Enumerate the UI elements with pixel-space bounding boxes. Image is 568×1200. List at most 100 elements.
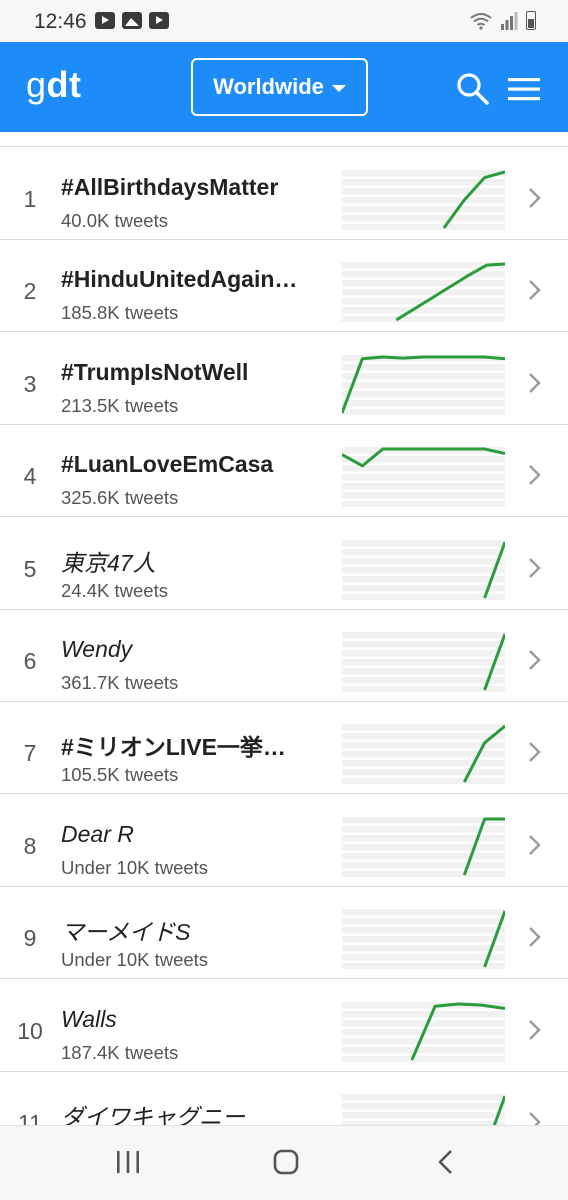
sparkline-gridband — [342, 197, 505, 204]
trend-rank: 9 — [23, 925, 37, 952]
sparkline-gridband — [342, 280, 505, 287]
sparkline-gridband — [342, 492, 505, 499]
sparkline-gridband — [342, 539, 505, 547]
chevron-right-icon[interactable] — [526, 463, 544, 487]
trend-list: 1 #AllBirthdaysMatter 40.0K tweets 2 #HinduU… — [0, 133, 568, 1125]
trend-rank: 1 — [23, 186, 37, 212]
search-icon[interactable] — [456, 72, 490, 106]
trend-row[interactable]: 6 Wendy 361.7K tweets — [0, 610, 568, 702]
trend-row[interactable]: 9 マーメイドS Under 10K tweets — [0, 887, 568, 980]
chevron-right-icon[interactable] — [526, 925, 544, 949]
sparkline-gridband — [342, 1019, 505, 1027]
trend-name: #LuanLoveEmCasa — [61, 451, 274, 478]
chevron-right-icon[interactable] — [526, 186, 544, 210]
trend-sparkline — [342, 724, 505, 785]
trend-rank: 7 — [23, 740, 37, 767]
sparkline-gridband — [342, 1112, 505, 1119]
sparkline-gridband — [342, 870, 505, 877]
sparkline-gridband — [342, 834, 505, 842]
trend-row[interactable]: 8 Dear R Under 10K tweets — [0, 795, 568, 887]
back-icon[interactable] — [436, 1149, 456, 1175]
sparkline-gridband — [342, 778, 505, 785]
recent-apps-icon[interactable] — [116, 1150, 140, 1174]
sparkline-gridband — [342, 724, 505, 731]
sparkline-gridband — [342, 918, 505, 925]
chevron-right-icon[interactable] — [526, 1018, 544, 1042]
home-icon[interactable] — [273, 1149, 299, 1175]
sparkline-gridband — [342, 215, 505, 222]
chevron-right-icon[interactable] — [526, 556, 544, 580]
sparkline-gridband — [342, 1046, 505, 1054]
chevron-right-icon[interactable] — [526, 648, 544, 672]
trend-row[interactable]: 11 ダイワキャグニー — [0, 1072, 568, 1125]
trend-row[interactable]: 3 #TrumpIsNotWell 213.5K tweets — [0, 333, 568, 425]
system-icons — [470, 11, 536, 30]
sparkline-gridband — [342, 584, 505, 592]
chevron-right-icon[interactable] — [526, 740, 544, 764]
battery-icon — [526, 11, 536, 30]
chevron-right-icon[interactable] — [526, 371, 544, 395]
sparkline-gridband — [342, 1037, 505, 1045]
trend-name: #ミリオンLIVE一挙… — [61, 734, 286, 761]
sparkline-gridband — [342, 843, 505, 851]
sparkline-gridband — [342, 760, 505, 767]
tweet-count: 185.8K tweets — [61, 302, 179, 324]
trend-sparkline — [342, 1001, 505, 1062]
trend-row[interactable]: 1 #AllBirthdaysMatter 40.0K tweets — [0, 148, 568, 240]
trend-row[interactable]: 7 #ミリオンLIVE一挙… 105.5K tweets — [0, 702, 568, 795]
trend-sparkline — [342, 170, 505, 230]
trend-name: ダイワキャグニー — [61, 1104, 245, 1125]
trend-rank: 10 — [17, 1017, 43, 1044]
trend-sparkline — [342, 632, 505, 692]
app-logo[interactable]: gdt — [26, 64, 82, 106]
trend-rank: 5 — [23, 555, 37, 582]
gallery-notification-icon — [122, 12, 142, 29]
sparkline-gridband — [342, 224, 505, 230]
trend-row[interactable]: 5 東京47人 24.4K tweets — [0, 518, 568, 610]
sparkline-gridband — [342, 289, 505, 296]
sparkline-gridband — [342, 1010, 505, 1018]
sparkline-gridband — [342, 474, 505, 481]
region-dropdown[interactable]: Worldwide — [191, 58, 368, 116]
tweet-count: Under 10K tweets — [61, 949, 209, 971]
sparkline-gridband — [342, 548, 505, 556]
tweet-count: Under 10K tweets — [61, 856, 209, 878]
sparkline-gridband — [342, 641, 505, 648]
trend-sparkline — [342, 262, 505, 323]
youtube-notification-icon — [149, 12, 169, 29]
notification-icons — [95, 12, 169, 29]
sparkline-gridband — [342, 381, 505, 389]
trend-row[interactable]: 2 #HinduUnitedAgain… 185.8K tweets — [0, 240, 568, 333]
wifi-icon — [470, 13, 492, 30]
sparkline-gridband — [342, 316, 505, 323]
hamburger-menu-icon[interactable] — [508, 76, 540, 102]
sparkline-gridband — [342, 465, 505, 472]
region-label: Worldwide — [213, 74, 324, 99]
trend-name: マーメイドS — [61, 919, 191, 946]
tweet-count: 40.0K tweets — [61, 210, 168, 231]
sparkline-gridband — [342, 170, 505, 177]
chevron-right-icon[interactable] — [526, 1110, 544, 1125]
trend-rank: 8 — [23, 832, 37, 859]
sparkline-gridband — [342, 593, 505, 600]
sparkline-gridband — [342, 816, 505, 824]
sparkline-gridband — [342, 927, 505, 934]
chevron-right-icon[interactable] — [526, 278, 544, 302]
trend-name: Walls — [61, 1005, 117, 1032]
chevron-right-icon[interactable] — [526, 833, 544, 857]
sparkline-gridband — [342, 668, 505, 675]
signal-icon — [501, 12, 518, 30]
status-time: 12:46 — [34, 10, 87, 33]
trend-name: #TrumpIsNotWell — [61, 358, 249, 385]
sparkline-gridband — [342, 945, 505, 952]
trend-name: #AllBirthdaysMatter — [61, 174, 279, 200]
trend-rank: 4 — [23, 463, 37, 490]
caret-down-icon — [331, 84, 346, 92]
trend-rank: 2 — [23, 278, 37, 305]
sparkline-gridband — [342, 954, 505, 961]
sparkline-gridband — [342, 206, 505, 213]
trend-row[interactable]: 4 #LuanLoveEmCasa 325.6K tweets — [0, 425, 568, 518]
sparkline-gridband — [342, 501, 505, 508]
trend-row[interactable]: 10 Walls 187.4K tweets — [0, 980, 568, 1072]
tweet-count: 213.5K tweets — [61, 394, 179, 416]
